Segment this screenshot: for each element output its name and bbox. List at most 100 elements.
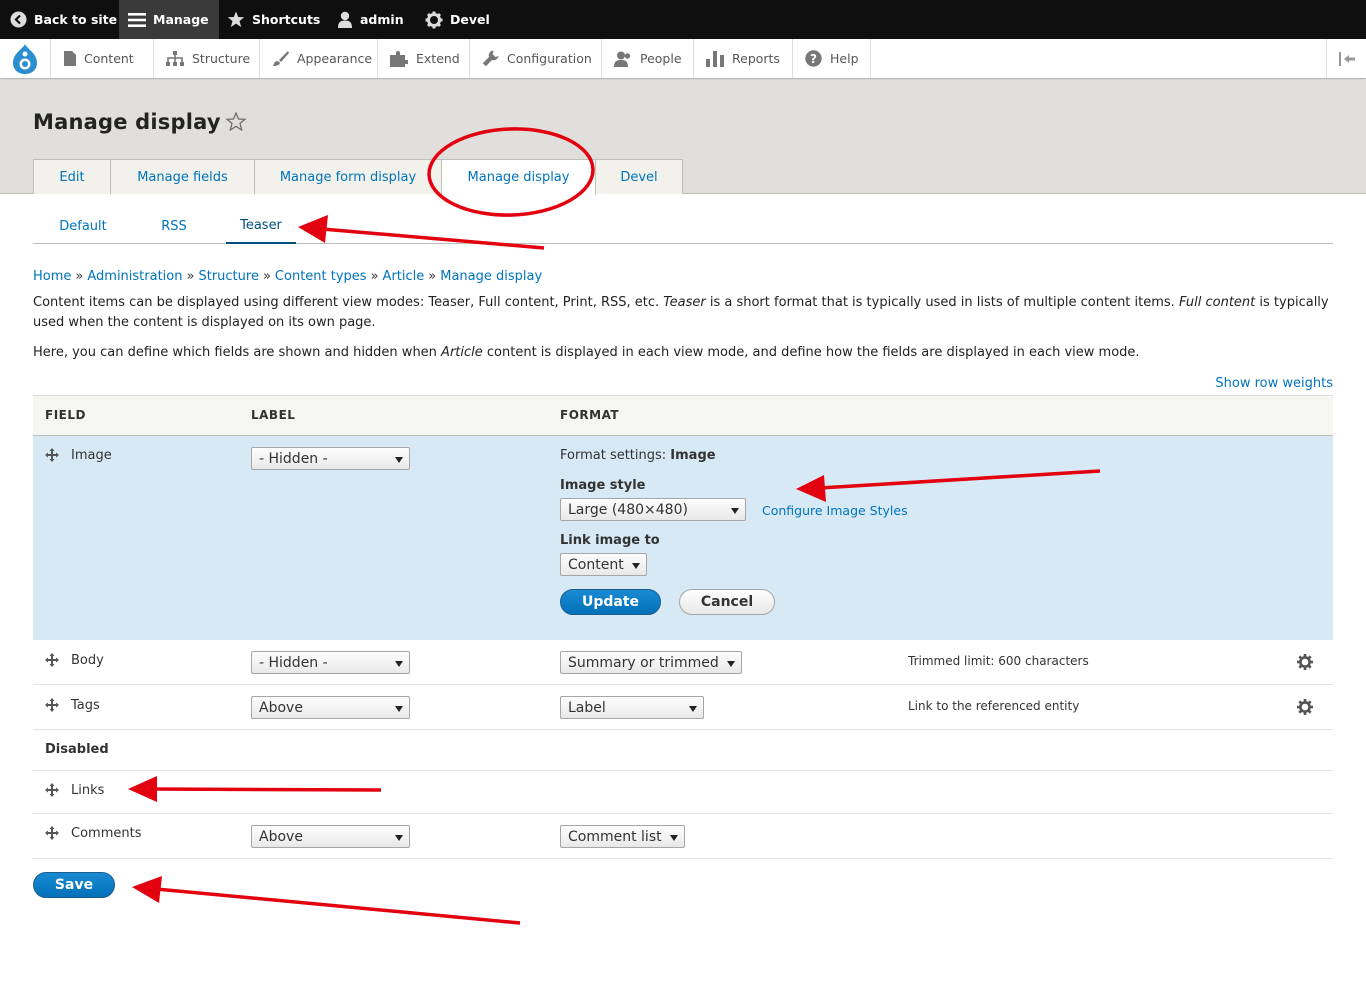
drag-handle-icon[interactable] [45,698,59,712]
star-icon [227,11,245,28]
tray-item-configuration[interactable]: Configuration [470,39,602,78]
annotation-arrow-save [132,876,521,925]
tab-manage-fields[interactable]: Manage fields [110,159,255,194]
breadcrumb-article[interactable]: Article [383,269,425,284]
image-label-select[interactable]: - Hidden - [251,447,410,470]
admin-toolbar: Back to site Manage Shortcuts admin Deve… [0,0,1366,39]
table-row-image: Image - Hidden - Format settings: Image … [33,436,1333,640]
chevron-down-icon [632,563,640,569]
drupal-logo-icon[interactable] [0,39,51,78]
file-icon [64,51,76,66]
subtab-teaser[interactable]: Teaser [226,209,296,244]
field-name-tags: Tags [71,698,100,713]
header-field: FIELD [45,408,86,422]
people-icon [614,51,632,67]
field-name-image: Image [71,448,112,463]
breadcrumb-structure[interactable]: Structure [198,269,258,284]
chevron-down-icon [727,661,735,667]
image-style-select[interactable]: Large (480×480) [560,498,746,521]
field-name-body: Body [71,653,104,668]
admin-tray: Content Structure Appearance Extend Conf… [0,39,1366,79]
body-format-summary: Trimmed limit: 600 characters [908,654,1089,668]
tags-format-summary: Link to the referenced entity [908,699,1080,713]
tray-item-help[interactable]: ? Help [793,39,871,78]
tab-manage-display[interactable]: Manage display [441,159,596,195]
subtab-default[interactable]: Default [33,209,133,243]
table-row-comments: Comments Above Comment list [33,814,1333,859]
body-label-select[interactable]: - Hidden - [251,651,410,674]
breadcrumb: Home» Administration» Structure» Content ty… [33,269,543,284]
chevron-down-icon [395,457,403,463]
chevron-down-icon [689,706,697,712]
link-image-to-label: Link image to [560,533,660,548]
svg-text:?: ? [810,52,817,66]
table-row-links: Links [33,771,1333,814]
gear-icon[interactable] [1297,654,1313,674]
save-button[interactable]: Save [33,872,115,898]
tab-manage-form-display[interactable]: Manage form display [254,159,442,194]
description-paragraph-2: Here, you can define which fields are sh… [33,345,1140,360]
drag-handle-icon[interactable] [45,448,59,462]
chevron-down-icon [395,661,403,667]
show-row-weights-link[interactable]: Show row weights [1215,376,1333,391]
format-settings-heading: Format settings: Image [560,448,716,463]
field-name-comments: Comments [71,826,142,841]
tray-item-people[interactable]: People [602,39,694,78]
drag-handle-icon[interactable] [45,783,59,797]
header-format: FORMAT [560,408,620,422]
header-label: LABEL [251,408,296,422]
table-row-body: Body - Hidden - Summary or trimmed Trimm… [33,640,1333,685]
comments-label-select[interactable]: Above [251,825,410,848]
comments-format-select[interactable]: Comment list [560,825,685,848]
tray-item-reports[interactable]: Reports [694,39,793,78]
drag-handle-icon[interactable] [45,826,59,840]
field-name-links: Links [71,783,105,798]
subtab-rss[interactable]: RSS [133,209,215,243]
chevron-down-icon [395,835,403,841]
tray-item-appearance[interactable]: Appearance [260,39,378,78]
paintbrush-icon [272,50,289,67]
bar-chart-icon [706,50,724,67]
gear-icon[interactable] [1297,699,1313,719]
tray-item-structure[interactable]: Structure [154,39,260,78]
wrench-icon [482,50,499,67]
gear-icon [425,11,443,29]
chevron-down-icon [395,706,403,712]
disabled-region-row: Disabled [33,730,1333,771]
cancel-button[interactable]: Cancel [679,589,775,615]
manage-tab[interactable]: Manage [119,0,219,39]
chevron-down-icon [731,508,739,514]
tab-edit[interactable]: Edit [33,159,111,194]
shortcuts-tab[interactable]: Shortcuts [227,0,320,39]
back-arrow-icon [10,11,27,28]
chevron-down-icon [670,835,678,841]
breadcrumb-administration[interactable]: Administration [87,269,182,284]
configure-image-styles-link[interactable]: Configure Image Styles [762,503,908,518]
user-tab[interactable]: admin [337,0,404,39]
secondary-tabs: Default RSS Teaser [33,209,1333,244]
back-to-site-link[interactable]: Back to site [10,0,117,39]
add-shortcut-star-icon[interactable] [225,111,247,135]
tray-item-extend[interactable]: Extend [378,39,470,78]
drag-handle-icon[interactable] [45,653,59,667]
page-title: Manage display [33,110,221,134]
image-style-label: Image style [560,478,646,493]
tab-devel[interactable]: Devel [595,159,683,194]
user-icon [337,11,353,28]
breadcrumb-content-types[interactable]: Content types [275,269,367,284]
breadcrumb-manage-display[interactable]: Manage display [440,269,542,284]
body-format-select[interactable]: Summary or trimmed [560,651,742,674]
tags-label-select[interactable]: Above [251,696,410,719]
tags-format-select[interactable]: Label [560,696,704,719]
table-row-tags: Tags Above Label Link to the referenced … [33,685,1333,730]
disabled-heading: Disabled [45,742,109,757]
breadcrumb-home[interactable]: Home [33,269,71,284]
link-image-to-select[interactable]: Content [560,553,647,576]
update-button[interactable]: Update [560,589,661,615]
devel-tab[interactable]: Devel [425,0,490,39]
tray-item-content[interactable]: Content [52,39,154,78]
collapse-tray-icon[interactable] [1326,39,1366,78]
hamburger-icon [128,12,146,27]
description-paragraph-1: Content items can be displayed using dif… [33,295,1329,330]
help-icon: ? [805,50,822,67]
